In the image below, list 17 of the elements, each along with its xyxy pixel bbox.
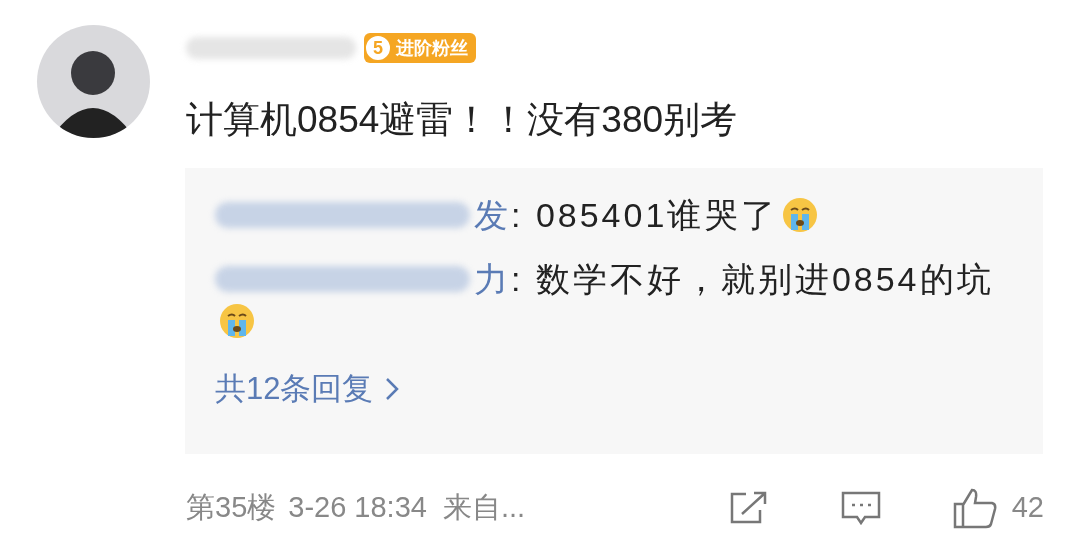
crying-face-icon <box>782 197 819 233</box>
comment-time: 3-26 18:34 <box>288 490 427 525</box>
floor-number: 第35楼 <box>186 490 277 525</box>
chevron-right-icon <box>385 377 400 402</box>
reply-author[interactable]: 力 <box>474 258 511 300</box>
badge-level: 5 <box>364 34 392 62</box>
crying-face-icon <box>219 303 255 339</box>
reply-text: : 085401谁哭了 <box>511 195 779 236</box>
thumbs-up-icon[interactable] <box>951 486 998 529</box>
badge-label: 进阶粉丝 <box>396 36 468 60</box>
comment-text: 计算机0854避雷！！没有380别考 <box>186 98 739 142</box>
like-count: 42 <box>1011 490 1044 525</box>
comment-icon[interactable] <box>839 489 882 526</box>
reply-text: : 数学不好，就别进0854的坑 <box>511 259 994 300</box>
comment-source: 来自... <box>442 490 526 525</box>
more-replies-link[interactable]: 共12条回复 <box>215 366 1043 413</box>
reply-author[interactable]: 发 <box>474 194 511 236</box>
